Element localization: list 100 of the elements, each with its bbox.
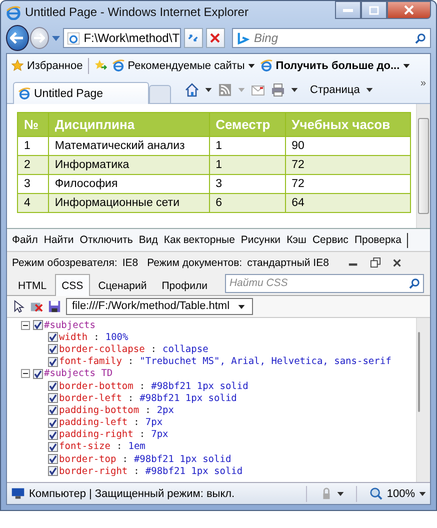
favorites-item[interactable]: Получить больше до...	[260, 59, 410, 72]
maximize-button[interactable]	[361, 1, 387, 19]
zoom-level[interactable]: 100%	[386, 488, 415, 500]
css-value: collapse	[162, 344, 208, 355]
add-favorite-icon[interactable]	[94, 59, 107, 72]
back-arrow-icon	[10, 32, 24, 44]
css-value: #98bf21 1px solid	[134, 454, 232, 465]
browser-mode-menu[interactable]: IE8	[122, 256, 138, 268]
menu-item[interactable]: Как векторные	[164, 234, 235, 246]
checkbox[interactable]	[48, 405, 58, 416]
print-icon[interactable]	[271, 83, 285, 97]
css-value: 1em	[128, 441, 146, 452]
css-selector: #subjects	[44, 320, 96, 331]
scrollbar[interactable]	[416, 318, 430, 482]
column-header: Учебных часов	[285, 112, 410, 136]
devtools-tab[interactable]: CSS	[54, 274, 90, 296]
menu-item[interactable]: Кэш	[286, 234, 306, 246]
table-cell: 1	[209, 156, 286, 174]
menu-item[interactable]: Отключить	[80, 234, 133, 246]
minimize-button[interactable]	[335, 1, 361, 19]
menu-item[interactable]: Рисунки	[240, 234, 281, 246]
more-button[interactable]: »	[420, 78, 426, 89]
zoom-icon[interactable]	[368, 487, 383, 500]
checkbox[interactable]	[48, 381, 58, 392]
column-header: №	[18, 112, 48, 136]
css-value: #98bf21 1px solid	[151, 380, 248, 392]
css-value: 7px	[151, 429, 168, 440]
checkbox[interactable]	[48, 466, 58, 476]
search-provider-icon	[237, 32, 250, 44]
cursor-icon[interactable]	[12, 300, 25, 313]
document-mode-menu[interactable]: стандартный IE8	[247, 256, 329, 268]
clear-icon[interactable]	[30, 300, 43, 313]
close-button[interactable]	[387, 1, 431, 19]
checkbox[interactable]	[48, 332, 58, 342]
search-box[interactable]: Bing	[232, 28, 431, 48]
close-icon[interactable]	[392, 257, 403, 268]
feed-icon[interactable]	[218, 83, 232, 97]
search-icon[interactable]	[415, 32, 426, 44]
table-cell: 4	[18, 194, 48, 212]
css-property: border-top	[59, 454, 116, 465]
checkbox[interactable]	[33, 320, 43, 330]
css-separator: :	[122, 454, 128, 465]
browser-logo-icon	[6, 4, 21, 20]
computer-icon	[11, 487, 25, 500]
browser-logo-icon	[18, 87, 31, 100]
css-property: border-collapse	[59, 344, 145, 355]
checkbox[interactable]	[48, 442, 58, 452]
checkbox[interactable]	[33, 368, 43, 379]
checkbox[interactable]	[48, 393, 58, 404]
css-separator: :	[116, 441, 122, 452]
table-cell: 6	[209, 194, 286, 212]
caret-icon[interactable]	[366, 88, 373, 92]
undock-icon[interactable]	[370, 257, 381, 268]
checkbox[interactable]	[48, 344, 58, 354]
table-cell: 2	[18, 156, 48, 174]
browser-tab[interactable]: Untitled Page	[13, 82, 149, 104]
menu-item[interactable]: Файл	[12, 234, 38, 246]
css-separator: :	[134, 466, 140, 477]
star-icon	[11, 59, 24, 72]
devtools-tab[interactable]: HTML	[11, 275, 54, 295]
caret-icon[interactable]	[336, 492, 344, 496]
address-field[interactable]: F:\Work\method\T	[62, 28, 181, 48]
caret-icon[interactable]	[291, 88, 298, 92]
document-mode-label: Режим документов:	[147, 256, 242, 268]
caret-icon[interactable]	[419, 492, 426, 496]
caret-icon	[248, 64, 255, 68]
scrollbar[interactable]	[416, 104, 430, 228]
devtools-tab[interactable]: Сценарий	[91, 275, 154, 295]
home-icon[interactable]	[185, 83, 199, 97]
column-header: Семестр	[209, 112, 286, 136]
css-separator: :	[128, 356, 134, 368]
caret-icon[interactable]	[205, 88, 212, 92]
collapse-toggle[interactable]	[21, 320, 30, 330]
refresh-button[interactable]	[184, 28, 203, 48]
favorites-item[interactable]: Рекомендуемые сайты	[112, 59, 255, 72]
checkbox[interactable]	[48, 356, 58, 367]
stop-button[interactable]	[206, 28, 225, 48]
menu-item[interactable]: Сервис	[312, 234, 348, 246]
page-menu-button[interactable]: Страница	[304, 84, 360, 96]
back-button[interactable]	[6, 25, 29, 51]
search-icon[interactable]	[409, 278, 420, 288]
file-dropdown[interactable]: file:///F:/Work/method/Table.html	[66, 298, 253, 315]
css-separator: :	[150, 344, 157, 355]
page-icon	[66, 32, 80, 44]
menu-item[interactable]: Вид	[138, 234, 158, 246]
save-icon[interactable]	[48, 300, 61, 313]
devtools-tab[interactable]: Профили	[154, 275, 214, 295]
css-property: border-bottom	[59, 380, 134, 392]
search-box[interactable]: Найти CSS	[225, 274, 424, 292]
checkbox[interactable]	[48, 454, 58, 464]
checkbox[interactable]	[48, 430, 58, 440]
search-field[interactable]: Bing	[254, 31, 411, 45]
table-cell: Информационные сети	[48, 194, 210, 212]
collapse-toggle[interactable]	[21, 369, 30, 378]
menu-item[interactable]: Проверка	[354, 234, 402, 246]
menu-item[interactable]: Найти	[44, 234, 74, 246]
mail-icon[interactable]	[251, 83, 265, 97]
caret-icon[interactable]	[238, 304, 245, 308]
favorites-item[interactable]: Избранное	[11, 59, 83, 72]
checkbox[interactable]	[48, 418, 58, 428]
